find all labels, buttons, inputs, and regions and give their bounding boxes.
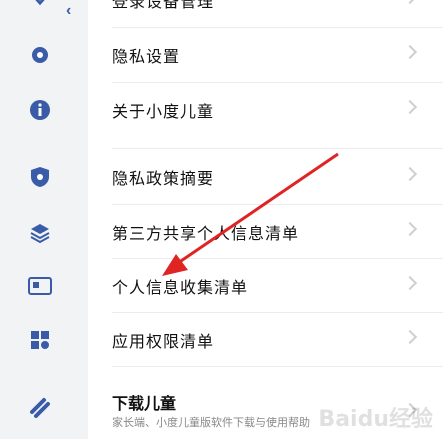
watermark: Baidu经验 [318, 407, 433, 432]
chevron-right-icon [402, 0, 418, 5]
download-section-desc: 家长端、小度儿童版软件下载与使用帮助 [112, 417, 310, 429]
settings-panel: 登录设备管理 隐私设置 关于小度儿童 隐私政策摘要 第三方共享个人信息清单 个人… [28, 0, 443, 439]
divider [112, 366, 443, 367]
device-icon [26, 0, 54, 14]
link-icon [26, 394, 54, 427]
chevron-right-icon [402, 275, 418, 291]
settings-row-device-management[interactable]: 登录设备管理 [35, 0, 443, 27]
settings-row-label: 个人信息收集清单 [112, 280, 249, 297]
chevron-right-icon [402, 166, 418, 182]
info-icon [26, 96, 54, 124]
settings-row-app-permissions[interactable]: 应用权限清单 [31, 313, 443, 367]
settings-row-about[interactable]: 关于小度儿童 [30, 83, 443, 137]
settings-row-label: 第三方共享个人信息清单 [112, 226, 300, 243]
back-chevron-icon[interactable]: ‹ [66, 2, 71, 20]
settings-row-label: 隐私政策摘要 [112, 171, 215, 188]
chevron-right-icon [402, 221, 418, 237]
settings-row-label: 关于小度儿童 [112, 104, 215, 121]
settings-row-personal-info-collection[interactable]: 个人信息收集清单 [28, 259, 443, 313]
download-section-title[interactable]: 下载儿童 [112, 390, 176, 414]
divider [112, 148, 443, 149]
settings-row-privacy-settings[interactable]: 隐私设置 [32, 28, 443, 82]
layers-icon [26, 218, 54, 246]
chevron-right-icon [402, 44, 418, 60]
chevron-right-icon [402, 329, 418, 345]
grid-apps-icon [26, 326, 54, 354]
settings-row-label: 隐私设置 [112, 49, 181, 66]
shield-icon [26, 163, 54, 191]
settings-row-privacy-summary[interactable]: 隐私政策摘要 [31, 150, 443, 204]
settings-row-third-party-sharing[interactable]: 第三方共享个人信息清单 [30, 205, 443, 259]
id-card-icon [26, 272, 54, 300]
settings-row-label: 应用权限清单 [112, 334, 215, 351]
settings-row-label: 登录设备管理 [112, 0, 215, 11]
gear-icon [26, 41, 54, 69]
chevron-right-icon [402, 99, 418, 115]
